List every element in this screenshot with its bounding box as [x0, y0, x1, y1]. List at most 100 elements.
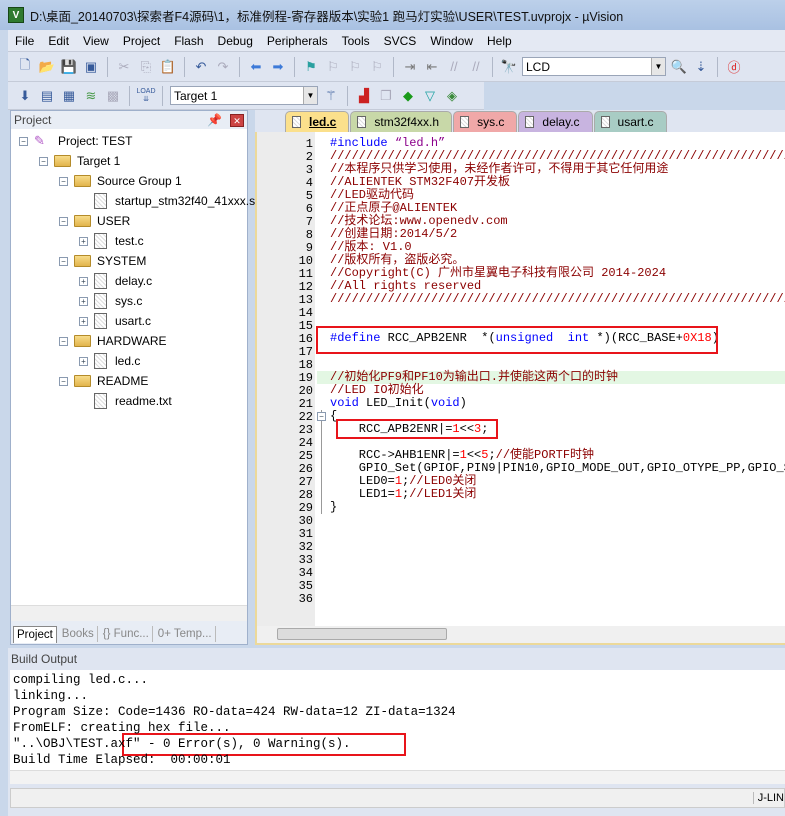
- scrollbar-thumb[interactable]: [277, 628, 447, 640]
- debug-session-icon[interactable]: ⓓ: [725, 58, 743, 76]
- collapse-icon[interactable]: −: [19, 136, 28, 146]
- rebuild-icon[interactable]: ▦: [60, 87, 78, 105]
- file-tab[interactable]: usart.c: [593, 111, 667, 132]
- save-all-icon[interactable]: ▣: [82, 58, 100, 76]
- indent-icon[interactable]: ⇥: [401, 58, 419, 76]
- unindent-icon[interactable]: ⇤: [423, 58, 441, 76]
- select-packs-icon[interactable]: ▽: [421, 87, 439, 105]
- cut-icon[interactable]: ✂: [115, 58, 133, 76]
- pin-icon[interactable]: 📌: [207, 113, 222, 127]
- menu-flash[interactable]: Flash: [167, 34, 210, 48]
- prev-bookmark-icon[interactable]: ⚐: [324, 58, 342, 76]
- tree-item-label: readme.txt: [115, 394, 172, 408]
- code-editor[interactable]: 1 2 3 4 5 6 7 8 9 10 11 12 13 14 15 16 17 18 19 20 21 22 23 24 2…: [257, 132, 785, 626]
- expand-icon[interactable]: +: [79, 276, 88, 286]
- panel-tab-3[interactable]: 0+ Temp...: [155, 626, 216, 642]
- target-select[interactable]: Target 1 ▼: [170, 86, 318, 105]
- manage-components-icon[interactable]: ▟: [355, 87, 373, 105]
- manage-run-time-icon[interactable]: ◆: [399, 87, 417, 105]
- tree-item-file[interactable]: + delay.c: [79, 272, 152, 290]
- horizontal-scrollbar[interactable]: [257, 626, 785, 643]
- menu-edit[interactable]: Edit: [41, 34, 76, 48]
- copy-icon[interactable]: ⎘: [137, 58, 155, 76]
- tree-item-file[interactable]: readme.txt: [94, 392, 172, 410]
- save-icon[interactable]: 💾: [60, 58, 78, 76]
- menu-tools[interactable]: Tools: [335, 34, 377, 48]
- collapse-icon[interactable]: −: [59, 216, 68, 226]
- horizontal-scrollbar[interactable]: [10, 770, 785, 784]
- undo-icon[interactable]: ↶: [192, 58, 210, 76]
- uncomment-icon[interactable]: //: [467, 58, 485, 76]
- tree-item-file[interactable]: + usart.c: [79, 312, 151, 330]
- horizontal-scrollbar[interactable]: [11, 605, 247, 621]
- translate-icon[interactable]: ⬇: [16, 87, 34, 105]
- comment-icon[interactable]: //: [445, 58, 463, 76]
- separator: [492, 56, 493, 77]
- menu-file[interactable]: File: [8, 34, 41, 48]
- menu-svcs[interactable]: SVCS: [377, 34, 424, 48]
- bookmark-icon[interactable]: ⚑: [302, 58, 320, 76]
- pack-installer-icon[interactable]: ◈: [443, 87, 461, 105]
- file-tab[interactable]: stm32f4xx.h: [350, 111, 453, 132]
- tree-item-folder[interactable]: − README: [59, 372, 148, 390]
- file-extensions-icon[interactable]: ❐: [377, 87, 395, 105]
- file-icon: [94, 293, 107, 309]
- line-number: 28: [298, 488, 313, 502]
- code-token: ////////////////////////////////////////…: [330, 292, 785, 306]
- expand-icon[interactable]: +: [79, 236, 88, 246]
- collapse-icon[interactable]: −: [59, 176, 68, 186]
- navigate-back-icon[interactable]: ⬅: [247, 58, 265, 76]
- menu-view[interactable]: View: [76, 34, 116, 48]
- load-download-icon[interactable]: LOAD ⇊: [136, 87, 155, 105]
- tree-item-project[interactable]: − ✎ Project: TEST: [19, 132, 132, 150]
- menu-window[interactable]: Window: [423, 34, 480, 48]
- panel-tab-2[interactable]: {} Func...: [100, 626, 153, 642]
- chevron-down-icon[interactable]: ▼: [651, 58, 665, 75]
- target-options-wand-icon[interactable]: ⚚: [322, 87, 340, 105]
- fold-collapse-icon[interactable]: −: [317, 412, 326, 421]
- menu-debug[interactable]: Debug: [211, 34, 260, 48]
- code-token: //技术论坛:www.openedv.com: [330, 214, 508, 228]
- incremental-find-icon[interactable]: ⇣: [692, 58, 710, 76]
- tree-item-folder[interactable]: − SYSTEM: [59, 252, 146, 270]
- tree-item-file[interactable]: startup_stm32f40_41xxx.s: [94, 192, 255, 210]
- stop-build-icon[interactable]: ▩: [104, 87, 122, 105]
- file-tab[interactable]: delay.c: [518, 111, 593, 132]
- tree-item-folder[interactable]: − Source Group 1: [59, 172, 182, 190]
- chevron-down-icon[interactable]: ▼: [303, 87, 317, 104]
- batch-build-icon[interactable]: ≋: [82, 87, 100, 105]
- navigate-forward-icon[interactable]: ➡: [269, 58, 287, 76]
- expand-icon[interactable]: +: [79, 356, 88, 366]
- redo-icon[interactable]: ↷: [214, 58, 232, 76]
- close-icon[interactable]: ✕: [230, 113, 244, 127]
- next-bookmark-icon[interactable]: ⚐: [346, 58, 364, 76]
- expand-icon[interactable]: +: [79, 316, 88, 326]
- new-file-icon[interactable]: 🗋: [16, 57, 34, 76]
- tree-item-folder[interactable]: − HARDWARE: [59, 332, 167, 350]
- collapse-icon[interactable]: −: [59, 256, 68, 266]
- find-icon[interactable]: 🔍: [670, 58, 688, 76]
- panel-tab-0[interactable]: Project: [13, 625, 57, 643]
- menu-peripherals[interactable]: Peripherals: [260, 34, 335, 48]
- tree-item-file[interactable]: + led.c: [79, 352, 140, 370]
- collapse-icon[interactable]: −: [39, 156, 48, 166]
- collapse-icon[interactable]: −: [59, 376, 68, 386]
- line-number-gutter: 1 2 3 4 5 6 7 8 9 10 11 12 13 14 15 16 17 18 19 20 21 22 23 24 2…: [257, 132, 315, 626]
- clear-bookmarks-icon[interactable]: ⚐: [368, 58, 386, 76]
- menu-project[interactable]: Project: [116, 34, 167, 48]
- file-tab[interactable]: led.c: [285, 111, 350, 132]
- panel-tab-1[interactable]: Books: [59, 626, 98, 642]
- tree-item-file[interactable]: + sys.c: [79, 292, 142, 310]
- paste-icon[interactable]: 📋: [159, 58, 177, 76]
- open-folder-icon[interactable]: 📂: [38, 58, 56, 76]
- tree-item-target[interactable]: − Target 1: [39, 152, 120, 170]
- find-combo[interactable]: LCD ▼: [522, 57, 666, 76]
- build-icon[interactable]: ▤: [38, 87, 56, 105]
- tree-item-file[interactable]: + test.c: [79, 232, 144, 250]
- expand-icon[interactable]: +: [79, 296, 88, 306]
- find-in-files-icon[interactable]: 🔭: [500, 58, 518, 76]
- collapse-icon[interactable]: −: [59, 336, 68, 346]
- file-tab[interactable]: sys.c: [453, 111, 518, 132]
- tree-item-folder[interactable]: − USER: [59, 212, 130, 230]
- menu-help[interactable]: Help: [480, 34, 519, 48]
